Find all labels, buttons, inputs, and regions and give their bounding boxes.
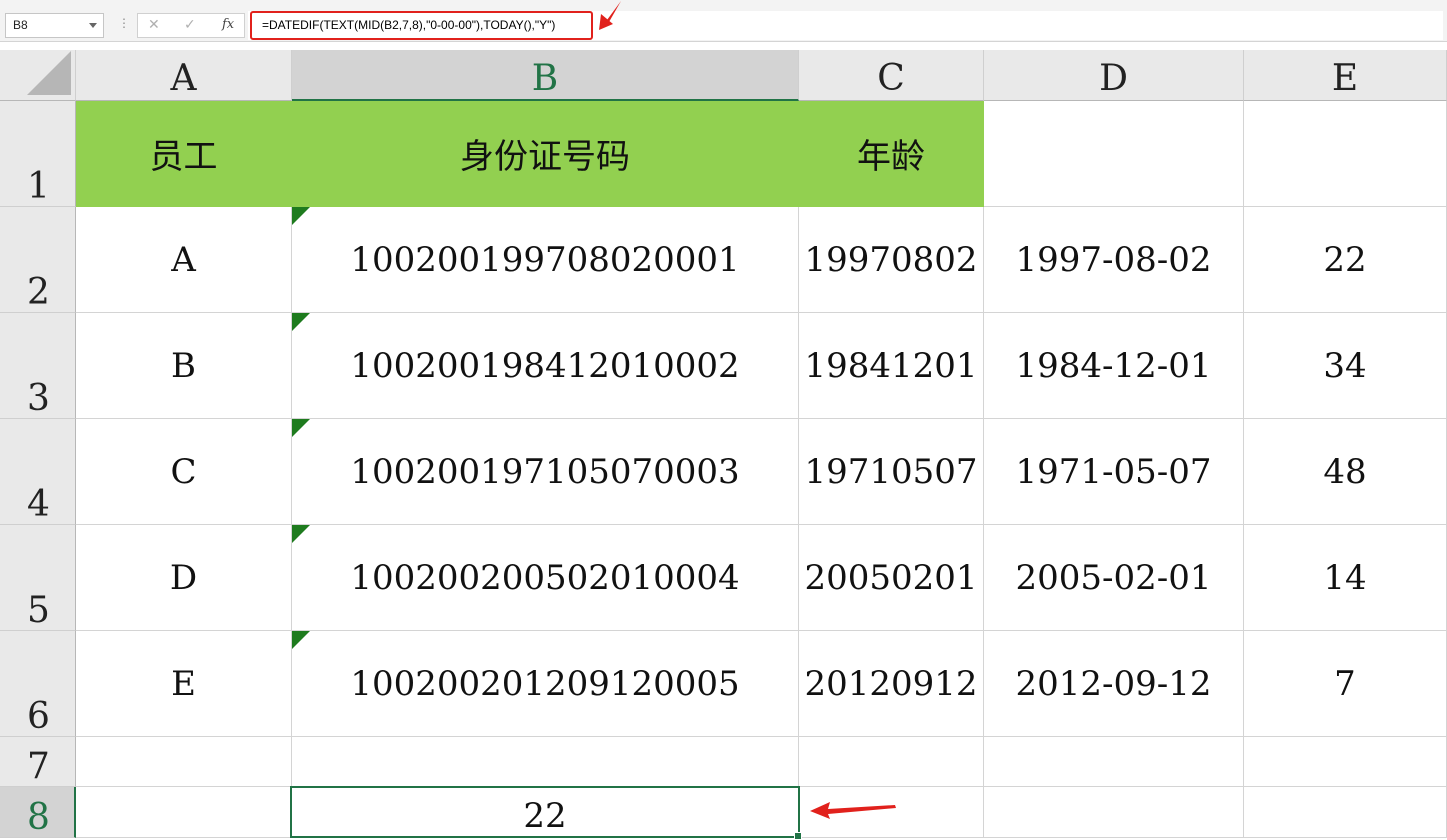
cell-a4[interactable]: C (76, 419, 292, 525)
insert-function-icon[interactable]: fx (222, 17, 234, 32)
cell-b4[interactable]: 100200197105070003 (292, 419, 799, 525)
cell-value: 100200200502010004 (350, 557, 740, 598)
column-header-c[interactable]: C (799, 50, 984, 101)
cell-b6[interactable]: 100200201209120005 (292, 631, 799, 737)
cell-a5[interactable]: D (76, 525, 292, 631)
cell-d5[interactable]: 2005-02-01 (984, 525, 1244, 631)
cell-e7[interactable] (1244, 737, 1447, 787)
cell-b3[interactable]: 100200198412010002 (292, 313, 799, 419)
enter-icon[interactable]: ✓ (184, 17, 196, 33)
row-header-7[interactable]: 7 (0, 737, 76, 787)
error-indicator-icon (292, 525, 310, 543)
fill-handle[interactable] (794, 832, 802, 840)
error-indicator-icon (292, 313, 310, 331)
error-indicator-icon (292, 631, 310, 649)
cell-d4[interactable]: 1971-05-07 (984, 419, 1244, 525)
cell-a7[interactable] (76, 737, 292, 787)
cell-c4[interactable]: 19710507 (799, 419, 984, 525)
cell-e1[interactable] (1244, 101, 1447, 207)
chevron-down-icon[interactable] (89, 23, 97, 28)
error-indicator-icon (292, 419, 310, 437)
annotation-arrow-icon (810, 802, 896, 819)
column-header-b[interactable]: B (292, 50, 799, 101)
cell-b2[interactable]: 100200199708020001 (292, 207, 799, 313)
column-header-e[interactable]: E (1244, 50, 1447, 101)
cell-value: 100200197105070003 (350, 451, 740, 492)
cell-value: 100200201209120005 (350, 663, 740, 704)
cell-a6[interactable]: E (76, 631, 292, 737)
select-all-icon[interactable] (27, 51, 71, 95)
cell-d7[interactable] (984, 737, 1244, 787)
cell-c7[interactable] (799, 737, 984, 787)
column-header-d[interactable]: D (984, 50, 1244, 101)
row-header-3[interactable]: 3 (0, 313, 76, 419)
cell-d8[interactable] (984, 787, 1244, 838)
cell-c3[interactable]: 19841201 (799, 313, 984, 419)
cell-e3[interactable]: 34 (1244, 313, 1447, 419)
error-indicator-icon (292, 207, 310, 225)
cell-value: 100200199708020001 (350, 239, 740, 280)
row-header-6[interactable]: 6 (0, 631, 76, 737)
cell-e8[interactable] (1244, 787, 1447, 838)
more-options-icon[interactable]: ⋮ (118, 16, 130, 30)
name-box-value: B8 (13, 18, 28, 32)
select-all-corner[interactable] (0, 50, 76, 101)
cancel-icon[interactable]: ✕ (148, 17, 160, 33)
cell-d6[interactable]: 2012-09-12 (984, 631, 1244, 737)
formula-buttons: ✕ ✓ fx (137, 13, 245, 38)
name-box[interactable]: B8 (5, 13, 104, 38)
cell-e4[interactable]: 48 (1244, 419, 1447, 525)
cell-a1[interactable]: 员工 (76, 101, 292, 207)
row-header-8[interactable]: 8 (0, 787, 76, 838)
row-header-1[interactable]: 1 (0, 101, 76, 207)
cell-a8[interactable] (76, 787, 292, 838)
row-header-5[interactable]: 5 (0, 525, 76, 631)
annotation-arrow-icon (599, 1, 621, 30)
spreadsheet-grid: A B C D E 1 2 3 4 5 6 7 8 员工 身份证号码 年龄 A … (0, 50, 1447, 838)
cell-c6[interactable]: 20120912 (799, 631, 984, 737)
cell-b1[interactable]: 身份证号码 (292, 101, 799, 207)
formula-bar: B8 ⋮ ✕ ✓ fx =DATEDIF(TEXT(MID(B2,7,8),"0… (0, 0, 1447, 50)
cell-d2[interactable]: 1997-08-02 (984, 207, 1244, 313)
column-header-a[interactable]: A (76, 50, 292, 101)
cell-c1[interactable]: 年龄 (799, 101, 984, 207)
formula-text[interactable]: =DATEDIF(TEXT(MID(B2,7,8),"0-00-00"),TOD… (262, 17, 555, 33)
row-header-4[interactable]: 4 (0, 419, 76, 525)
cell-b7[interactable] (292, 737, 799, 787)
cell-e2[interactable]: 22 (1244, 207, 1447, 313)
active-cell-outline (290, 786, 802, 840)
cell-c2[interactable]: 19970802 (799, 207, 984, 313)
cell-e5[interactable]: 14 (1244, 525, 1447, 631)
cell-d1[interactable] (984, 101, 1244, 207)
cell-a3[interactable]: B (76, 313, 292, 419)
cell-b5[interactable]: 100200200502010004 (292, 525, 799, 631)
cell-c5[interactable]: 20050201 (799, 525, 984, 631)
row-header-2[interactable]: 2 (0, 207, 76, 313)
cell-value: 100200198412010002 (350, 345, 740, 386)
cell-a2[interactable]: A (76, 207, 292, 313)
cell-d3[interactable]: 1984-12-01 (984, 313, 1244, 419)
cell-e6[interactable]: 7 (1244, 631, 1447, 737)
